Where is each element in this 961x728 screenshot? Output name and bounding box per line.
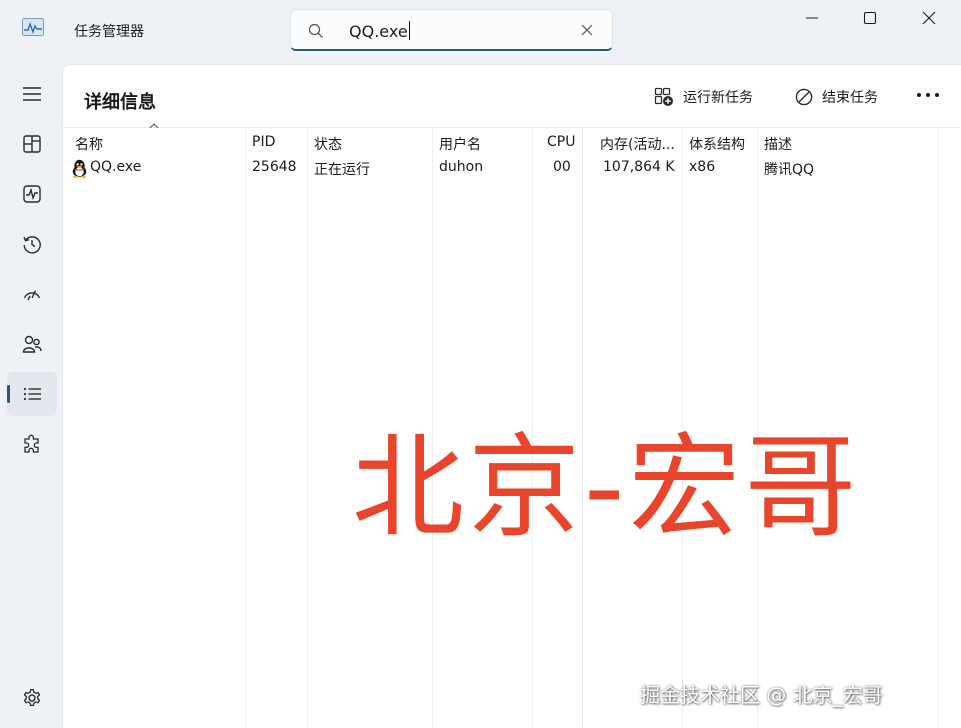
sidebar [0,62,62,728]
sort-ascending-icon [149,123,159,129]
column-header-username[interactable]: 用户名 [439,134,481,154]
page-title: 详细信息 [84,92,156,113]
more-icon [917,93,921,97]
sidebar-item-processes[interactable] [7,122,57,166]
hamburger-icon [23,87,41,101]
sidebar-item-app-history[interactable] [7,222,57,266]
users-icon [22,335,42,353]
sidebar-item-users[interactable] [7,322,57,366]
search-input[interactable]: QQ.exe [349,21,410,41]
maximize-button[interactable] [847,4,893,32]
cell-name: QQ.exe [90,159,142,175]
cell-pid: 25648 [252,159,297,175]
maximize-icon [863,11,877,25]
sidebar-item-startup-apps[interactable] [7,272,57,316]
search-icon [308,23,323,38]
close-icon [922,11,936,25]
speedometer-icon [23,290,41,301]
cell-cpu: 00 [553,159,571,175]
cell-architecture: x86 [689,159,716,175]
minimize-icon [806,17,818,19]
end-task-label: 结束任务 [822,90,878,106]
cell-memory: 107,864 K [603,159,675,175]
qq-penguin-icon [72,159,87,178]
minimize-button[interactable] [789,4,835,32]
run-new-task-button[interactable]: 运行新任务 [654,83,753,111]
list-icon [23,387,41,401]
processes-icon [23,135,41,153]
performance-icon [23,185,41,203]
gear-icon [23,689,41,707]
active-indicator [7,385,10,403]
run-new-task-label: 运行新任务 [683,90,753,106]
search-box[interactable]: QQ.exe [290,9,613,51]
task-manager-icon [22,18,44,36]
sidebar-item-details[interactable] [7,372,57,416]
title-bar: 任务管理器 QQ.exe [0,0,961,62]
column-header-memory[interactable]: 内存(活动... [600,134,675,154]
more-options-button[interactable] [917,93,939,99]
app-title: 任务管理器 [74,24,144,40]
menu-toggle-button[interactable] [7,72,57,116]
column-header-architecture[interactable]: 体系结构 [689,134,745,154]
cell-username: duhon [439,159,484,175]
sidebar-item-services[interactable] [7,422,57,466]
column-header-description[interactable]: 描述 [764,134,792,154]
column-header-cpu[interactable]: CPU [547,134,575,150]
end-task-button[interactable]: 结束任务 [795,83,878,111]
watermark-large: 北京-宏哥 [352,423,861,553]
settings-button[interactable] [7,676,57,720]
prohibit-icon [795,88,813,106]
watermark-small: 掘金技术社区 @ 北京_宏哥 [640,683,883,707]
cell-description: 腾讯QQ [764,162,815,178]
clear-search-icon[interactable] [580,23,594,37]
column-header-pid[interactable]: PID [252,134,275,150]
main-panel: 详细信息 运行新任务 结束任务 名称 PID 状态 用户名 CPU 内存(活动.… [62,64,961,728]
cell-status: 正在运行 [314,162,370,178]
puzzle-icon [24,434,39,453]
column-header-status[interactable]: 状态 [314,134,342,154]
new-task-icon [654,87,673,106]
close-button[interactable] [906,4,952,32]
header-separator [63,127,960,128]
history-icon [23,236,41,254]
sidebar-item-performance[interactable] [7,172,57,216]
column-header-name[interactable]: 名称 [75,134,103,154]
